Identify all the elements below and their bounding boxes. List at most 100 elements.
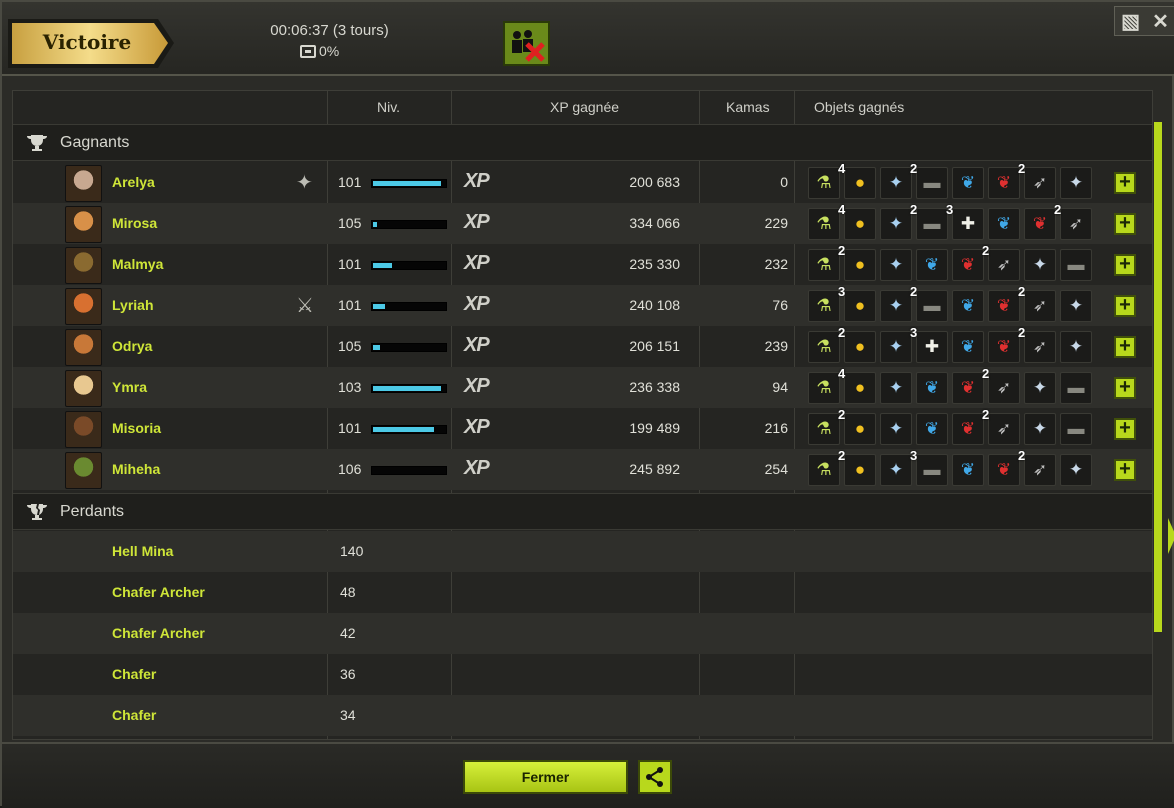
blue-wing-item-icon[interactable]: ❦ [916, 249, 948, 281]
potion-item-icon[interactable]: ⚗ [808, 167, 840, 199]
crystal2-item-icon[interactable]: ✦ [1024, 372, 1056, 404]
potion-item-icon[interactable]: ⚗ [808, 208, 840, 240]
stone-item-icon[interactable]: ▬ 2 [910, 162, 948, 199]
stone-item-icon[interactable]: ▬ [1060, 249, 1092, 281]
avatar[interactable] [65, 288, 102, 325]
player-name[interactable]: Lyriah [112, 297, 154, 313]
feather-item-icon[interactable]: ➶ 2 [1018, 449, 1056, 486]
potion-item-icon[interactable]: ⚗ [808, 249, 840, 281]
player-name[interactable]: Mirosa [112, 215, 157, 231]
more-items-button[interactable]: + [1114, 336, 1136, 358]
red-wing-item-icon[interactable]: ❦ [988, 331, 1020, 363]
more-items-button[interactable]: + [1114, 254, 1136, 276]
crystal-item-icon[interactable]: ✦ [880, 413, 912, 445]
red-wing-item-icon[interactable]: ❦ [988, 454, 1020, 486]
red-wing-item-icon[interactable]: ❦ [988, 167, 1020, 199]
stone-item-icon[interactable]: ▬ [1060, 413, 1092, 445]
avatar[interactable] [65, 329, 102, 366]
avatar[interactable] [65, 206, 102, 243]
monster-name[interactable]: Chafer [112, 666, 156, 682]
crystal-item-icon[interactable]: ✦ [880, 372, 912, 404]
avatar[interactable] [65, 165, 102, 202]
red-wing-item-icon[interactable]: ❦ [1024, 208, 1056, 240]
feather-item-icon[interactable]: ➶ 2 [1018, 326, 1056, 363]
kamas-item-icon[interactable]: ● 2 [838, 449, 876, 486]
blue-wing-item-icon[interactable]: ❦ [952, 331, 984, 363]
potion-item-icon[interactable]: ⚗ [808, 413, 840, 445]
blue-wing-item-icon[interactable]: ❦ [988, 208, 1020, 240]
crystal-item-icon[interactable]: ✦ [880, 249, 912, 281]
scrollbar[interactable] [1154, 122, 1162, 632]
player-name[interactable]: Arelya [112, 174, 155, 190]
avatar[interactable] [65, 247, 102, 284]
player-name[interactable]: Odrya [112, 338, 152, 354]
feather-item-icon[interactable]: ➶ 2 [982, 367, 1020, 404]
kamas-item-icon[interactable]: ● 2 [838, 326, 876, 363]
feather-item-icon[interactable]: ➶ 2 [982, 408, 1020, 445]
blue-wing-item-icon[interactable]: ❦ [916, 372, 948, 404]
red-wing-item-icon[interactable]: ❦ [952, 413, 984, 445]
share-button[interactable] [638, 760, 672, 794]
red-wing-item-icon[interactable]: ❦ [952, 372, 984, 404]
stone-item-icon[interactable]: ▬ 2 [910, 203, 948, 240]
more-items-button[interactable]: + [1114, 295, 1136, 317]
monster-name[interactable]: Chafer [112, 707, 156, 723]
feather-item-icon[interactable]: ➶ 2 [1018, 285, 1056, 322]
kamas-item-icon[interactable]: ● 2 [838, 244, 876, 281]
more-items-button[interactable]: + [1114, 418, 1136, 440]
crystal2-item-icon[interactable]: ✦ [1060, 167, 1092, 199]
crystal2-item-icon[interactable]: ✦ [1024, 249, 1056, 281]
more-items-button[interactable]: + [1114, 377, 1136, 399]
crystal-item-icon[interactable]: ✦ [880, 208, 912, 240]
blue-wing-item-icon[interactable]: ❦ [952, 290, 984, 322]
avatar[interactable] [65, 370, 102, 407]
scroll-arrow-icon[interactable] [1168, 518, 1174, 554]
monster-name[interactable]: Chafer Archer [112, 584, 205, 600]
stone-item-icon[interactable]: ▬ 3 [910, 449, 948, 486]
monster-name[interactable]: Hell Mina [112, 543, 173, 559]
kamas-item-icon[interactable]: ● 4 [838, 162, 876, 199]
player-name[interactable]: Misoria [112, 420, 161, 436]
kamas-item-icon[interactable]: ● 3 [838, 285, 876, 322]
kamas-item-icon[interactable]: ● 2 [838, 408, 876, 445]
close-icon[interactable]: ✕ [1152, 9, 1169, 34]
more-items-button[interactable]: + [1114, 172, 1136, 194]
bone-item-icon[interactable]: ✚ 3 [910, 326, 948, 363]
crystal-item-icon[interactable]: ✦ [880, 167, 912, 199]
feather-item-icon[interactable]: ➶ 2 [982, 244, 1020, 281]
crystal-item-icon[interactable]: ✦ [880, 454, 912, 486]
crystal-item-icon[interactable]: ✦ [880, 331, 912, 363]
group-lock-button[interactable] [503, 21, 550, 66]
more-items-button[interactable]: + [1114, 213, 1136, 235]
monster-name[interactable]: Chafer Archer [112, 625, 205, 641]
potion-item-icon[interactable]: ⚗ [808, 454, 840, 486]
player-name[interactable]: Ymra [112, 379, 147, 395]
avatar[interactable] [65, 452, 102, 489]
stone-item-icon[interactable]: ▬ 2 [910, 285, 948, 322]
close-button[interactable]: Fermer [463, 760, 628, 794]
crystal2-item-icon[interactable]: ✦ [1060, 331, 1092, 363]
avatar[interactable] [65, 411, 102, 448]
bone-item-icon[interactable]: ✚ 3 [946, 203, 984, 240]
feather-item-icon[interactable]: ➶ 2 [1018, 162, 1056, 199]
crystal2-item-icon[interactable]: ✦ [1060, 454, 1092, 486]
feather-item-icon[interactable]: ➶ 2 [1054, 203, 1092, 240]
potion-item-icon[interactable]: ⚗ [808, 331, 840, 363]
kamas-item-icon[interactable]: ● 4 [838, 367, 876, 404]
red-wing-item-icon[interactable]: ❦ [988, 290, 1020, 322]
blue-wing-item-icon[interactable]: ❦ [952, 167, 984, 199]
blue-wing-item-icon[interactable]: ❦ [952, 454, 984, 486]
potion-item-icon[interactable]: ⚗ [808, 372, 840, 404]
minimize-icon[interactable]: ▧ [1121, 9, 1140, 34]
crystal2-item-icon[interactable]: ✦ [1024, 413, 1056, 445]
potion-item-icon[interactable]: ⚗ [808, 290, 840, 322]
more-items-button[interactable]: + [1114, 459, 1136, 481]
kamas-item-icon[interactable]: ● 4 [838, 203, 876, 240]
red-wing-item-icon[interactable]: ❦ [952, 249, 984, 281]
player-name[interactable]: Miheha [112, 461, 160, 477]
crystal2-item-icon[interactable]: ✦ [1060, 290, 1092, 322]
blue-wing-item-icon[interactable]: ❦ [916, 413, 948, 445]
stone-item-icon[interactable]: ▬ [1060, 372, 1092, 404]
crystal-item-icon[interactable]: ✦ [880, 290, 912, 322]
player-name[interactable]: Malmya [112, 256, 163, 272]
